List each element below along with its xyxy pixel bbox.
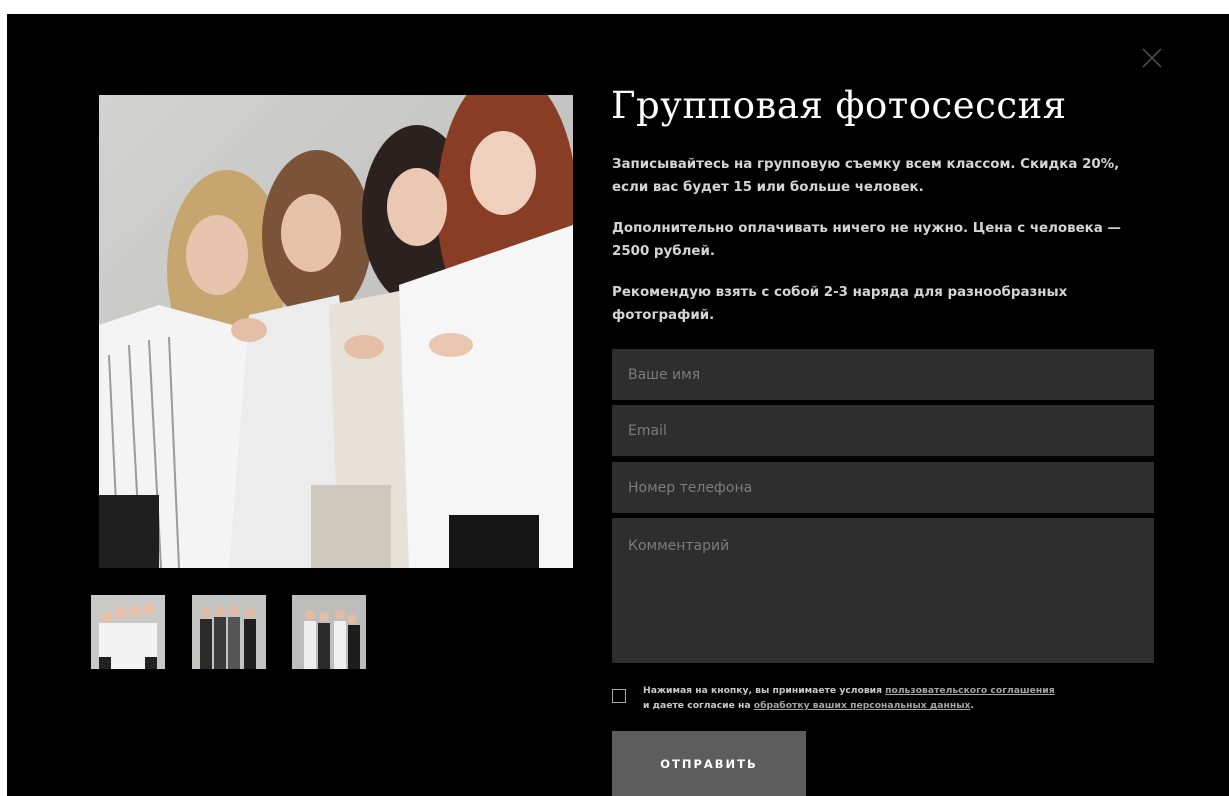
description-paragraph-3: Рекомендую взять с собой 2-3 наряда для … <box>612 285 1068 323</box>
consent-text: Нажимая на кнопку, вы принимаете условия… <box>643 683 1163 713</box>
consent-checkbox[interactable] <box>612 689 626 703</box>
consent-text-part-2: и даете согласие на <box>643 700 754 711</box>
close-button[interactable] <box>1140 46 1164 70</box>
close-icon <box>1142 48 1162 68</box>
modal-dialog: Групповая фотосессия Записывайтесь на гр… <box>7 14 1229 796</box>
comment-textarea[interactable] <box>612 518 1154 663</box>
name-input[interactable] <box>612 349 1154 400</box>
modal-title: Групповая фотосессия <box>611 84 1067 127</box>
thumbnail-1[interactable] <box>91 595 165 669</box>
submit-button[interactable]: ОТПРАВИТЬ <box>612 731 806 796</box>
consent-text-part-1: Нажимая на кнопку, вы принимаете условия <box>643 685 886 696</box>
thumbnail-2[interactable] <box>192 595 266 669</box>
description-paragraph-1: Записывайтесь на групповую съемку всем к… <box>612 157 1120 195</box>
main-photo <box>99 95 573 568</box>
phone-input[interactable] <box>612 462 1154 513</box>
consent-text-part-3: . <box>970 700 974 711</box>
email-input[interactable] <box>612 405 1154 456</box>
thumbnail-3[interactable] <box>292 595 366 669</box>
personal-data-link[interactable]: обработку ваших персональных данных <box>754 700 971 711</box>
description-paragraph-2: Дополнительно оплачивать ничего не нужно… <box>612 221 1121 259</box>
user-agreement-link[interactable]: пользовательского соглашения <box>885 685 1054 696</box>
